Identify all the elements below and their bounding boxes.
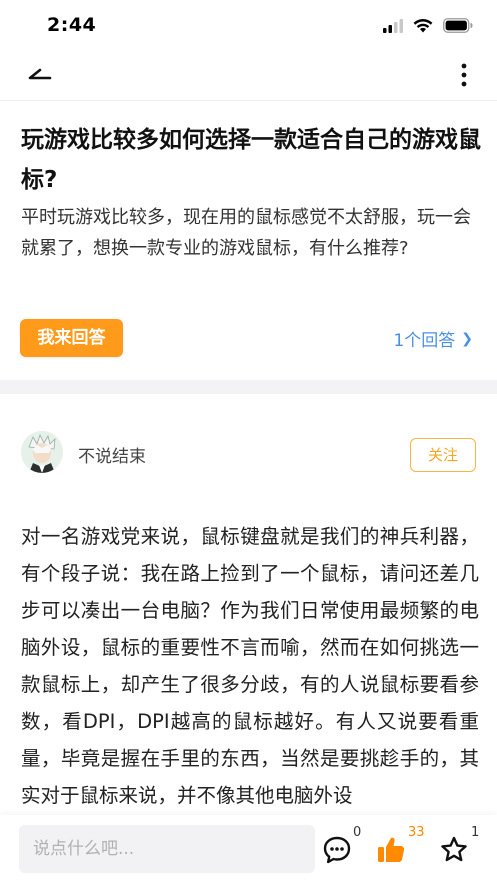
answer-body: 对一名游戏党来说，鼠标键盘就是我们的神兵利器，有个段子说：我在路上捡到了一个鼠标… [21, 525, 479, 807]
status-time: 2:44 [47, 14, 97, 36]
question-section: 玩游戏比较多如何选择一款适合自己的游戏鼠标? 平时玩游戏比较多，现在用的鼠标感觉… [0, 100, 497, 380]
status-bar: 2:44 [0, 0, 497, 52]
like-count: 33 [408, 825, 425, 840]
favorite-count: 1 [471, 825, 480, 840]
like-button[interactable]: 33 [376, 825, 426, 869]
star-icon [441, 836, 467, 862]
status-icons [383, 18, 473, 37]
chevron-right-icon: ❯ [461, 330, 473, 347]
avatar[interactable] [21, 431, 63, 473]
navigation-bar [0, 52, 497, 101]
cellular-signal-icon [383, 18, 403, 37]
comment-bubble-icon [323, 836, 351, 864]
comment-count: 0 [353, 825, 362, 840]
section-divider [0, 380, 497, 394]
comment-button[interactable]: 0 [322, 825, 362, 869]
answer-count-label: 1个回答 [393, 331, 456, 351]
comment-input[interactable] [19, 825, 315, 873]
more-vertical-icon [461, 63, 467, 87]
author-row: 不说结束 关注 [0, 425, 497, 481]
wifi-icon [413, 18, 433, 37]
question-detail-page: 2:44 玩游戏比较多如何选择一款适合自己的游戏鼠标? 平时玩游戏比较多，现在用… [0, 0, 497, 883]
favorite-button[interactable]: 1 [439, 825, 479, 869]
thumbs-up-icon [378, 837, 405, 862]
question-description: 平时玩游戏比较多，现在用的鼠标感觉不太舒服，玩一会就累了，想换一款专业的游戏鼠标… [21, 207, 471, 259]
author-name[interactable]: 不说结束 [78, 442, 146, 467]
back-arrow-icon [28, 68, 52, 80]
follow-button[interactable]: 关注 [410, 438, 476, 472]
answer-button[interactable]: 我来回答 [20, 319, 123, 357]
more-button[interactable] [457, 62, 471, 88]
battery-icon [443, 18, 473, 37]
back-button[interactable] [24, 60, 56, 88]
bottom-action-bar: 0 33 1 [0, 815, 497, 883]
question-title: 玩游戏比较多如何选择一款适合自己的游戏鼠标? [21, 127, 481, 193]
answer-count-link[interactable]: 1个回答 ❯ [393, 326, 473, 352]
